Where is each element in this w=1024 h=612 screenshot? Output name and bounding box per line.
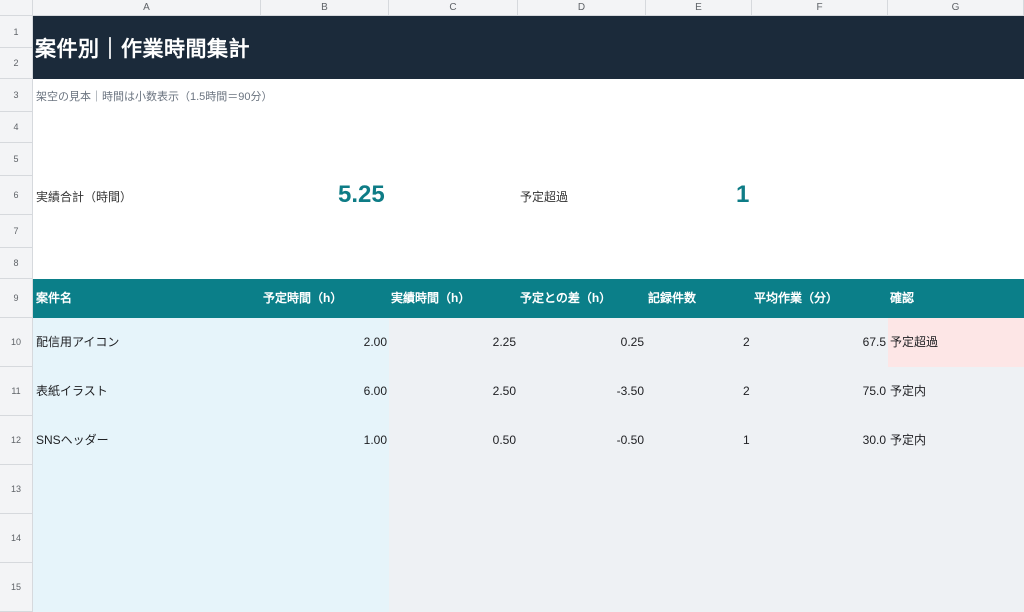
row-header-3[interactable]: 3 (0, 79, 33, 112)
cell-f10[interactable]: 67.5 (752, 318, 886, 367)
column-header-b[interactable]: B (261, 0, 389, 16)
cell-g11[interactable]: 予定内 (890, 367, 926, 416)
cell-c12[interactable]: 0.50 (389, 416, 516, 465)
row-header-9[interactable]: 9 (0, 279, 33, 318)
cell-d11[interactable]: -3.50 (518, 367, 644, 416)
kpi-over-label[interactable]: 予定超過 (520, 188, 568, 205)
row-header-13[interactable]: 13 (0, 465, 33, 514)
header-planned-hours[interactable]: 予定時間（h） (263, 279, 342, 318)
cell-c10[interactable]: 2.25 (389, 318, 516, 367)
cell-b11[interactable]: 6.00 (261, 367, 387, 416)
row-header-14[interactable]: 14 (0, 514, 33, 563)
cell-b10[interactable]: 2.00 (261, 318, 387, 367)
cell-a11[interactable]: 表紙イラスト (36, 367, 108, 416)
cell-e11[interactable]: 2 (743, 367, 750, 416)
cell-d12[interactable]: -0.50 (518, 416, 644, 465)
kpi-actual-value[interactable]: 5.25 (338, 181, 385, 209)
title-band[interactable]: 案件別｜作業時間集計 (33, 16, 1024, 79)
row-header-11[interactable]: 11 (0, 367, 33, 416)
cell-c11[interactable]: 2.50 (389, 367, 516, 416)
cell-d10[interactable]: 0.25 (518, 318, 644, 367)
sheet-subtitle[interactable]: 架空の見本｜時間は小数表示（1.5時間＝90分） (36, 88, 273, 104)
column-header-e[interactable]: E (646, 0, 752, 16)
header-difference[interactable]: 予定との差（h） (520, 279, 611, 318)
header-check[interactable]: 確認 (890, 279, 914, 318)
header-average-minutes[interactable]: 平均作業（分） (754, 279, 838, 318)
sheet-title: 案件別｜作業時間集計 (35, 37, 250, 61)
kpi-actual-label[interactable]: 実績合計（時間） (36, 188, 132, 205)
row-header-8[interactable]: 8 (0, 248, 33, 279)
cell-b12[interactable]: 1.00 (261, 416, 387, 465)
header-project-name[interactable]: 案件名 (36, 279, 72, 318)
cell-f12[interactable]: 30.0 (752, 416, 886, 465)
row-header-4[interactable]: 4 (0, 112, 33, 143)
row-header-12[interactable]: 12 (0, 416, 33, 465)
header-actual-hours[interactable]: 実績時間（h） (391, 279, 470, 318)
row-header-6[interactable]: 6 (0, 176, 33, 215)
row-header-1[interactable]: 1 (0, 16, 33, 48)
row-header-15[interactable]: 15 (0, 563, 33, 612)
cell-f11[interactable]: 75.0 (752, 367, 886, 416)
kpi-over-value[interactable]: 1 (736, 181, 749, 209)
column-header-g[interactable]: G (888, 0, 1024, 16)
cell-a10[interactable]: 配信用アイコン (36, 318, 119, 367)
cell-e12[interactable]: 1 (743, 416, 750, 465)
row-header-7[interactable]: 7 (0, 215, 33, 248)
column-header-f[interactable]: F (752, 0, 888, 16)
column-header-a[interactable]: A (33, 0, 261, 16)
header-record-count[interactable]: 記録件数 (648, 279, 696, 318)
row-header-5[interactable]: 5 (0, 143, 33, 176)
row-header-10[interactable]: 10 (0, 318, 33, 367)
cell-e10[interactable]: 2 (743, 318, 750, 367)
cell-a12[interactable]: SNSヘッダー (36, 416, 109, 465)
cell-g12[interactable]: 予定内 (890, 416, 926, 465)
column-header-d[interactable]: D (518, 0, 646, 16)
cell-g10[interactable]: 予定超過 (890, 318, 938, 367)
select-all-corner[interactable] (0, 0, 33, 16)
column-header-c[interactable]: C (389, 0, 518, 16)
row-header-2[interactable]: 2 (0, 48, 33, 79)
